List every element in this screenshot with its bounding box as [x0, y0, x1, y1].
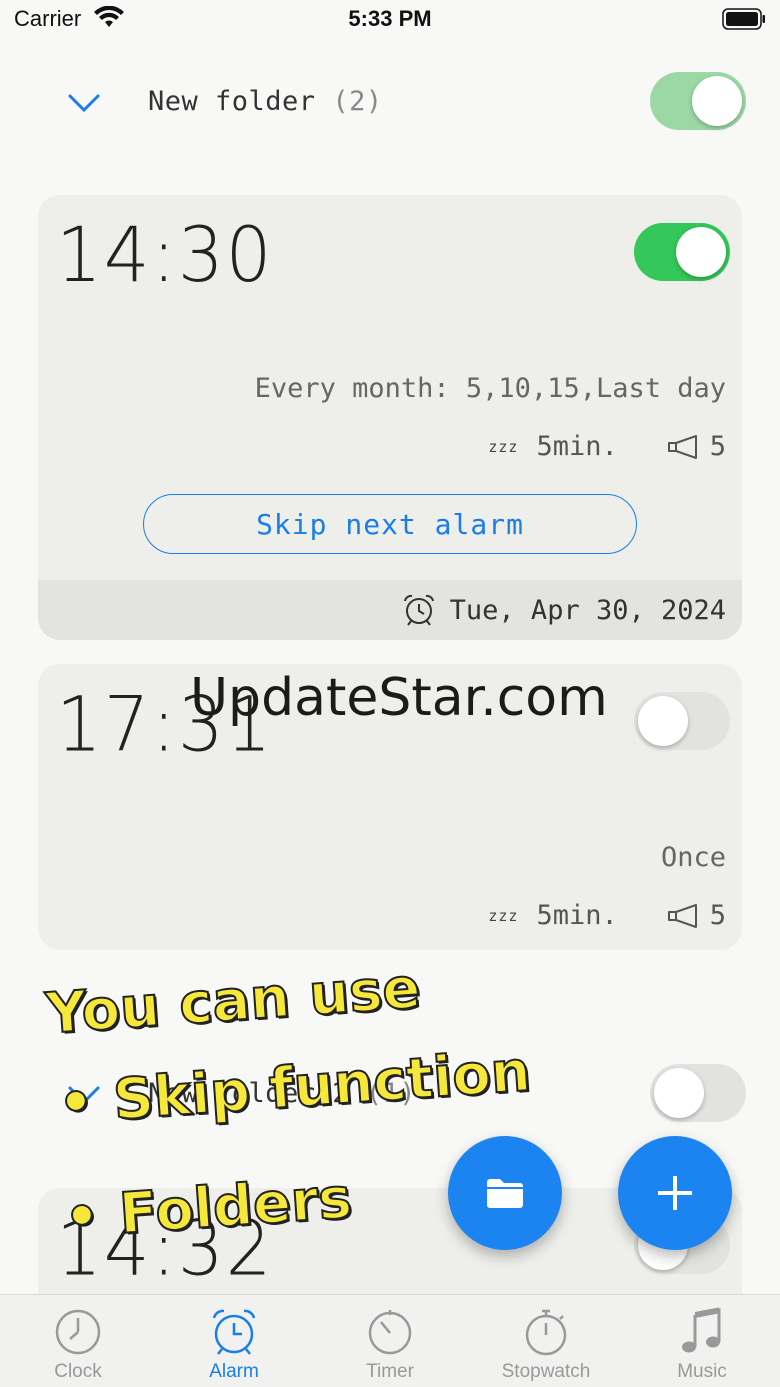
watermark-text: UpdateStar.com	[190, 668, 608, 728]
tab-label: Music	[677, 1361, 727, 1382]
music-note-icon	[682, 1307, 721, 1353]
status-time: 5:33 PM	[348, 6, 432, 31]
toggle-knob	[654, 1068, 704, 1118]
tab-alarm[interactable]: Alarm	[156, 1295, 312, 1387]
status-bar: Carrier 5:33 PM	[0, 0, 780, 44]
tab-label: Timer	[366, 1361, 414, 1382]
tab-timer[interactable]: Timer	[312, 1295, 468, 1387]
folder-name: New folder	[148, 86, 316, 117]
megaphone-icon	[667, 434, 697, 459]
folder-row[interactable]: New folder (2)	[0, 62, 780, 142]
folder-icon	[487, 1179, 523, 1208]
megaphone-icon	[667, 903, 697, 928]
timer-icon	[368, 1310, 412, 1355]
stopwatch-icon	[525, 1309, 567, 1356]
tab-music[interactable]: Music	[624, 1295, 780, 1387]
toggle-knob	[676, 227, 726, 277]
add-folder-button[interactable]	[448, 1136, 562, 1250]
alarm-repeat: Once	[660, 842, 726, 873]
tab-clock[interactable]: Clock	[0, 1295, 156, 1387]
alarm-card[interactable]: 14:30 Every month: 5,10,15,Last day zzz …	[38, 195, 742, 640]
promo-line-1: You can use	[43, 955, 423, 1048]
tab-label: Clock	[54, 1361, 102, 1382]
toggle-knob	[638, 696, 688, 746]
tab-stopwatch[interactable]: Stopwatch	[468, 1295, 624, 1387]
tab-label: Stopwatch	[501, 1361, 591, 1382]
snooze-duration: 5min.	[536, 900, 618, 931]
clock-icon	[55, 1309, 101, 1355]
next-alarm-bar: Tue, Apr 30, 2024	[38, 580, 742, 640]
plus-icon	[658, 1176, 692, 1210]
folder-toggle[interactable]	[650, 1064, 746, 1122]
folder-count: (2)	[332, 86, 383, 117]
tab-label: Alarm	[209, 1361, 259, 1382]
alarm-meta: zzz 5min. 5	[488, 900, 726, 931]
alarm-toggle[interactable]	[634, 223, 730, 281]
skip-next-alarm-button[interactable]: Skip next alarm	[143, 494, 637, 554]
tab-bar: Clock Alarm Timer Stopwatch Music	[0, 1294, 780, 1387]
snooze-icon: zzz	[488, 437, 519, 456]
toggle-knob	[692, 76, 742, 126]
volume-level: 5	[709, 431, 726, 462]
battery-icon	[722, 8, 765, 30]
alarm-meta: zzz 5min. 5	[488, 431, 726, 462]
chevron-down-icon[interactable]	[66, 84, 102, 120]
snooze-icon: zzz	[488, 906, 519, 925]
volume-level: 5	[709, 900, 726, 931]
alarm-clock-icon	[403, 594, 434, 626]
next-alarm-date: Tue, Apr 30, 2024	[449, 594, 726, 626]
folder-toggle[interactable]	[650, 72, 746, 130]
alarm-clock-icon	[212, 1309, 256, 1355]
alarm-time: 14:30	[56, 210, 274, 300]
folder-title: New folder (2)	[148, 86, 383, 117]
add-alarm-button[interactable]	[618, 1136, 732, 1250]
alarm-toggle[interactable]	[634, 692, 730, 750]
alarm-repeat: Every month: 5,10,15,Last day	[254, 373, 726, 404]
snooze-duration: 5min.	[536, 431, 618, 462]
